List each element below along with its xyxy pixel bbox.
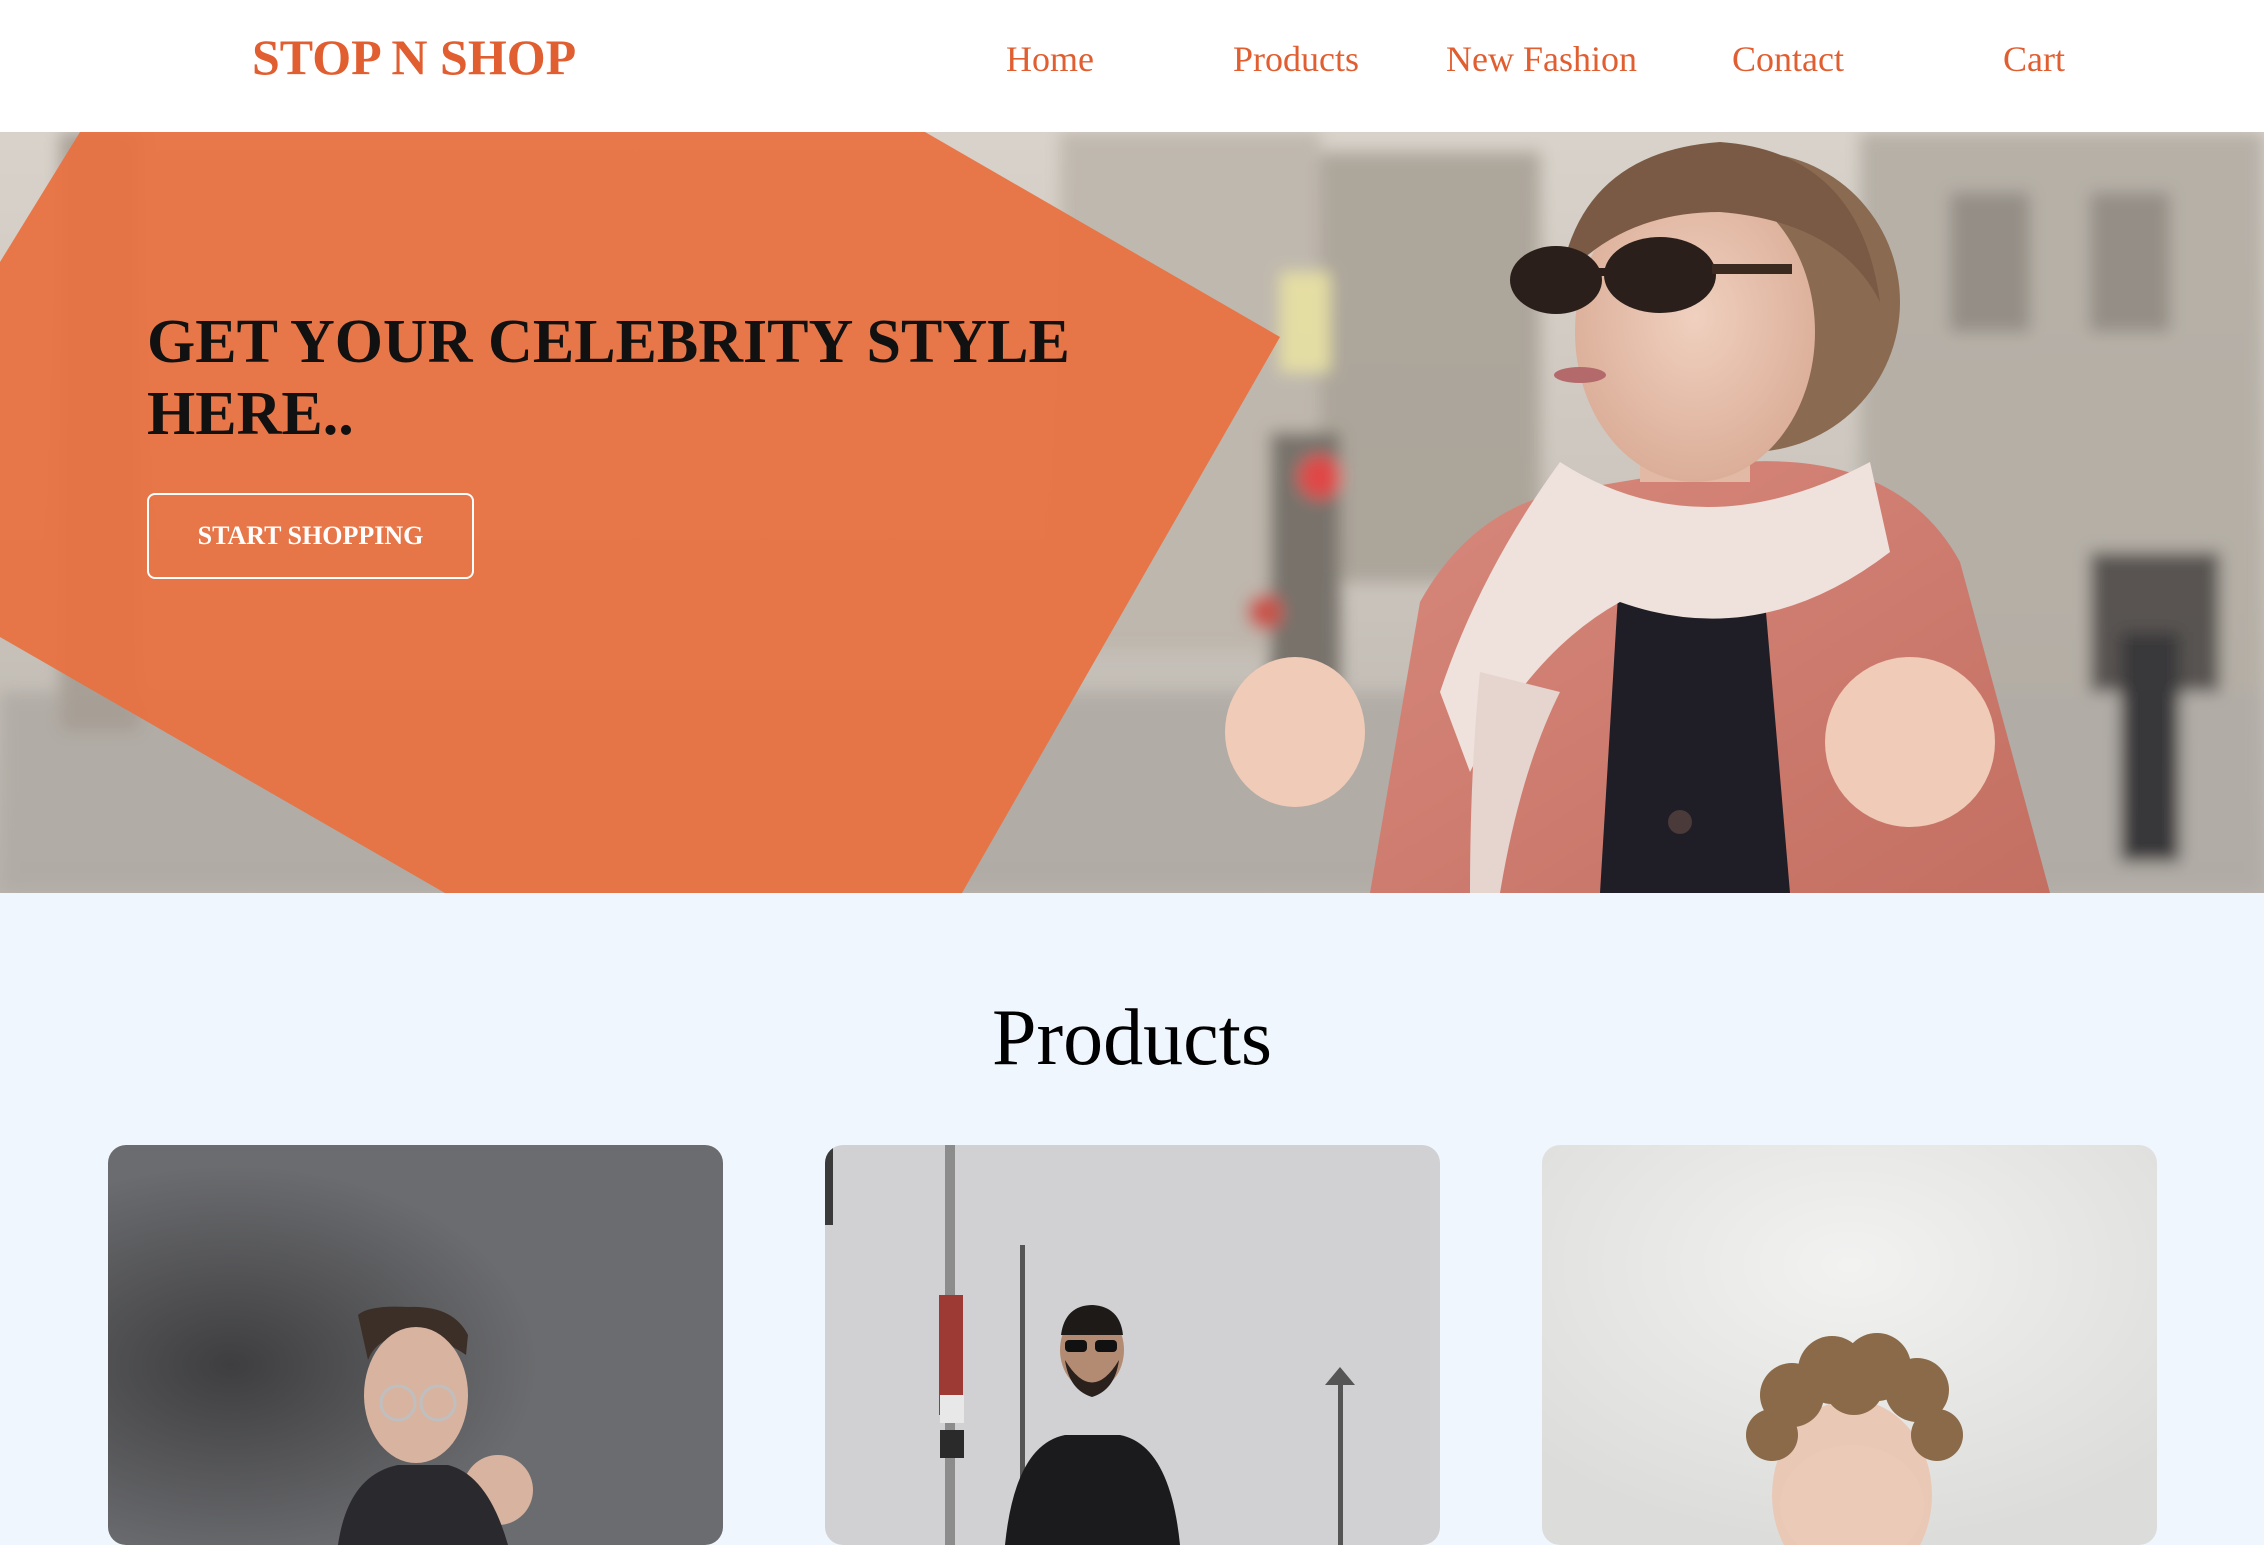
- start-shopping-button[interactable]: START SHOPPING: [147, 493, 474, 579]
- nav-link-home[interactable]: Home: [1006, 38, 1094, 80]
- navbar: STOP N SHOP Home Products New Fashion Co…: [0, 0, 2264, 132]
- product-image: [825, 1145, 1440, 1545]
- products-heading: Products: [992, 994, 1272, 1082]
- product-image: [1542, 1145, 2157, 1545]
- product-image: [108, 1145, 723, 1545]
- hero-title: GET YOUR CELEBRITY STYLE HERE..: [147, 308, 1070, 448]
- nav-link-contact[interactable]: Contact: [1732, 38, 1844, 80]
- product-card[interactable]: [825, 1145, 1440, 1545]
- nav-link-cart[interactable]: Cart: [2003, 38, 2065, 80]
- site-logo[interactable]: STOP N SHOP: [252, 28, 576, 86]
- nav-link-products[interactable]: Products: [1233, 38, 1359, 80]
- product-card[interactable]: [1542, 1145, 2157, 1545]
- product-card[interactable]: [108, 1145, 723, 1545]
- nav-link-new-fashion[interactable]: New Fashion: [1446, 38, 1637, 80]
- hero-banner: GET YOUR CELEBRITY STYLE HERE.. START SH…: [0, 132, 2264, 893]
